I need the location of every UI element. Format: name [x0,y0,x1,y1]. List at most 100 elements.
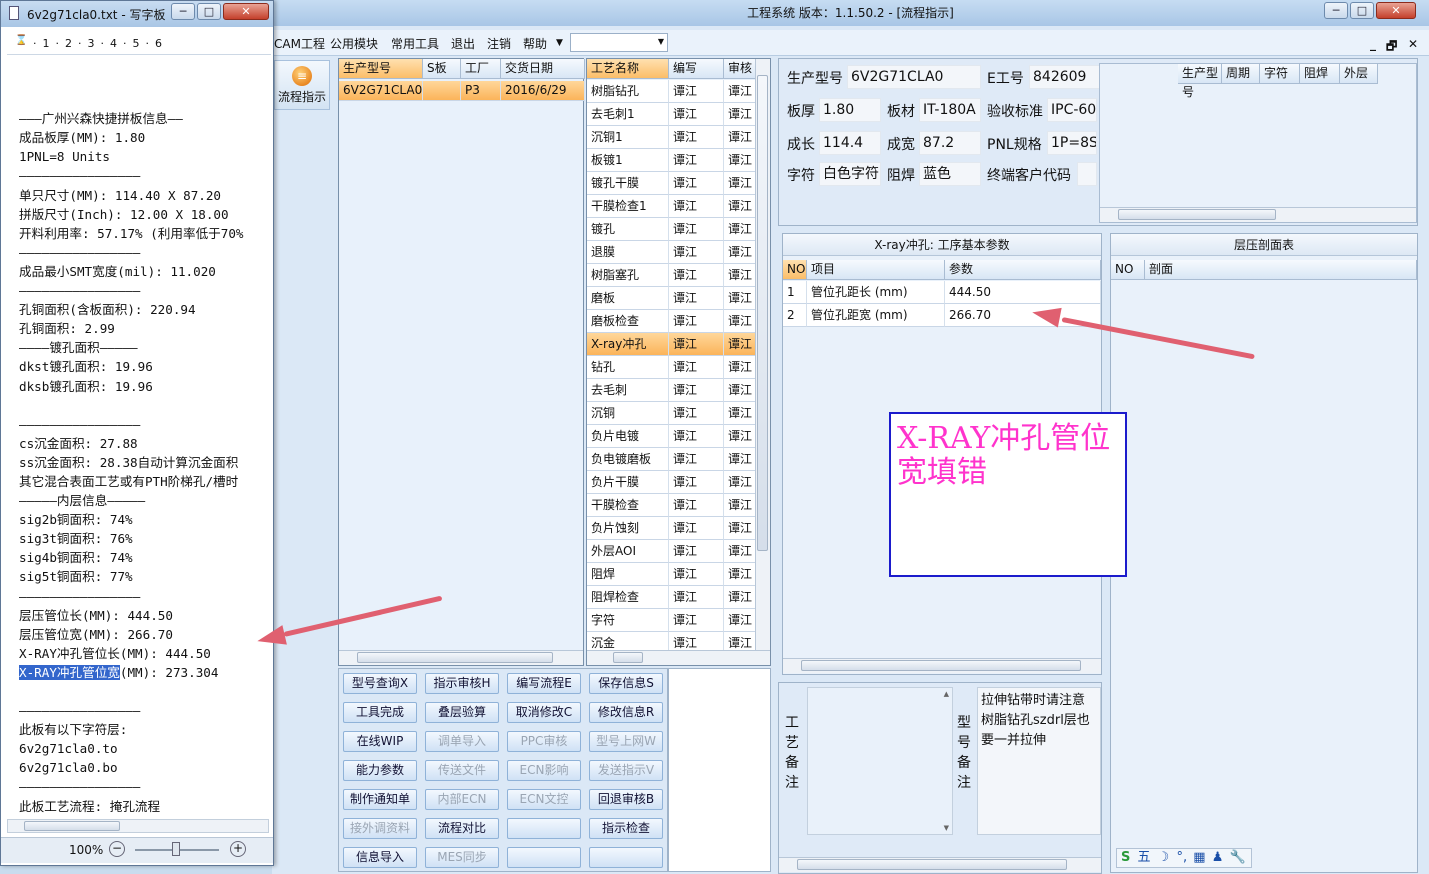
params-cell-no[interactable]: 1 [783,281,807,304]
scroll-thumb[interactable] [797,859,1067,870]
process-cell-name[interactable]: 磨板 [587,287,669,310]
order-header-factory[interactable]: 工厂 [461,59,501,79]
process-cell-reviewer[interactable]: 谭江 [724,149,757,172]
params-header-value[interactable]: 参数 [945,260,1101,280]
process-cell-writer[interactable]: 谭江 [669,586,724,609]
scroll-thumb[interactable] [357,652,553,663]
action-button[interactable]: 接外调资料 [343,818,417,839]
process-cell-reviewer[interactable]: 谭江 [724,287,757,310]
process-cell-writer[interactable]: 谭江 [669,379,724,402]
params-header-item[interactable]: 项目 [807,260,945,280]
params-header-no[interactable]: NO [783,260,807,280]
action-button[interactable] [507,818,581,839]
menu-help[interactable]: 帮助 [523,35,547,52]
process-header-reviewer[interactable]: 审核 [724,59,757,79]
menu-exit[interactable]: 退出 [451,35,475,52]
action-button[interactable]: 编写流程E [507,673,581,694]
process-cell-reviewer[interactable]: 谭江 [724,609,757,632]
params-hscroll[interactable] [783,658,1101,673]
action-button[interactable]: 信息导入 [343,847,417,868]
thickness-field[interactable]: 1.80 [819,98,881,122]
process-cell-reviewer[interactable]: 谭江 [724,517,757,540]
action-button[interactable]: 在线WIP [343,731,417,752]
lam-header-no[interactable]: NO [1111,260,1145,280]
process-cell-reviewer[interactable]: 谭江 [724,563,757,586]
action-button[interactable]: 型号上网W [589,731,663,752]
mdi-close-button[interactable]: ✕ [1408,37,1418,51]
process-cell-reviewer[interactable]: 谭江 [724,80,757,103]
process-cell-reviewer[interactable]: 谭江 [724,241,757,264]
process-cell-writer[interactable]: 谭江 [669,609,724,632]
keyboard-icon[interactable]: ▦ [1193,850,1205,865]
process-cell-writer[interactable]: 谭江 [669,517,724,540]
menu-logout[interactable]: 注销 [487,35,511,52]
order-cell-date[interactable]: 2016/6/29 [501,81,585,101]
action-button[interactable] [507,847,581,868]
scroll-thumb[interactable] [613,652,643,663]
flow-indicator-button[interactable]: ≡ 流程指示 [274,60,330,110]
order-header-date[interactable]: 交货日期 [501,59,585,79]
action-button[interactable]: 保存信息S [589,673,663,694]
scroll-down-icon[interactable]: ▼ [944,824,949,832]
action-button[interactable]: 工具完成 [343,702,417,723]
menu-cam[interactable]: CAM工程 [274,35,325,52]
hist-header-model[interactable]: 生产型号 [1178,64,1222,99]
action-button[interactable]: 修改信息R [589,702,663,723]
mdi-minimize-button[interactable]: _ [1370,37,1376,51]
process-cell-writer[interactable]: 谭江 [669,264,724,287]
process-cell-name[interactable]: 镀孔干膜 [587,172,669,195]
punctuation-icon[interactable]: °, [1176,850,1187,865]
process-cell-writer[interactable]: 谭江 [669,287,724,310]
process-cell-reviewer[interactable]: 谭江 [724,195,757,218]
process-cell-writer[interactable]: 谭江 [669,540,724,563]
process-cell-name[interactable]: 板镀1 [587,149,669,172]
zoom-in-icon[interactable]: + [230,841,246,857]
document-text[interactable]: ———广州兴森快捷拼板信息—— 成品板厚(MM): 1.80 1PNL=8 Unit… [19,71,271,819]
action-button[interactable]: 能力参数 [343,760,417,781]
process-cell-writer[interactable]: 谭江 [669,448,724,471]
minimize-button[interactable]: ─ [1324,2,1348,19]
process-grid-vscroll[interactable] [755,59,770,651]
process-cell-writer[interactable]: 谭江 [669,80,724,103]
lam-header-section[interactable]: 剖面 [1145,260,1417,280]
ime-logo-icon[interactable]: S [1121,850,1130,865]
process-cell-reviewer[interactable]: 谭江 [724,218,757,241]
moon-icon[interactable]: ☽ [1158,850,1170,865]
zoom-slider-thumb[interactable] [172,842,180,856]
process-cell-name[interactable]: 去毛刺 [587,379,669,402]
user-icon[interactable]: ♟ [1212,850,1224,865]
process-cell-name[interactable]: 沉铜 [587,402,669,425]
process-cell-name[interactable]: 去毛刺1 [587,103,669,126]
process-cell-name[interactable]: 树脂钻孔 [587,80,669,103]
zoom-out-icon[interactable]: − [109,841,125,857]
process-cell-reviewer[interactable]: 谭江 [724,172,757,195]
process-cell-name[interactable]: 沉铜1 [587,126,669,149]
process-cell-name[interactable]: 阻焊检查 [587,586,669,609]
process-header-writer[interactable]: 编写 [669,59,724,79]
process-header-name[interactable]: 工艺名称 [587,59,669,79]
action-button[interactable]: ECN影响 [507,760,581,781]
process-grid-hscroll[interactable] [587,650,770,665]
process-cell-reviewer[interactable]: 谭江 [724,379,757,402]
menu-tools[interactable]: 常用工具 [391,35,439,52]
order-cell-factory[interactable]: P3 [461,81,501,101]
hist-header-mask[interactable]: 阻焊 [1300,64,1340,84]
menu-common-module[interactable]: 公用模块 [330,35,378,52]
customer-field[interactable] [1077,162,1097,186]
process-cell-writer[interactable]: 谭江 [669,471,724,494]
mask-field[interactable]: 蓝色 [919,162,981,186]
process-cell-name[interactable]: 外层AOI [587,540,669,563]
process-cell-reviewer[interactable]: 谭江 [724,494,757,517]
maximize-button[interactable]: □ [1350,2,1374,19]
process-cell-reviewer[interactable]: 谭江 [724,425,757,448]
process-remark-field[interactable]: ▲ ▼ [807,687,953,835]
process-cell-name[interactable]: 磨板检查 [587,310,669,333]
process-cell-writer[interactable]: 谭江 [669,195,724,218]
process-cell-reviewer[interactable]: 谭江 [724,333,757,356]
pnl-field[interactable]: 1P=8S= [1047,131,1097,155]
hist-header-outer[interactable]: 外层 [1340,64,1378,84]
process-cell-writer[interactable]: 谭江 [669,402,724,425]
action-button[interactable] [589,847,663,868]
order-header-model[interactable]: 生产型号 [339,59,423,79]
material-field[interactable]: IT-180A [919,98,981,122]
